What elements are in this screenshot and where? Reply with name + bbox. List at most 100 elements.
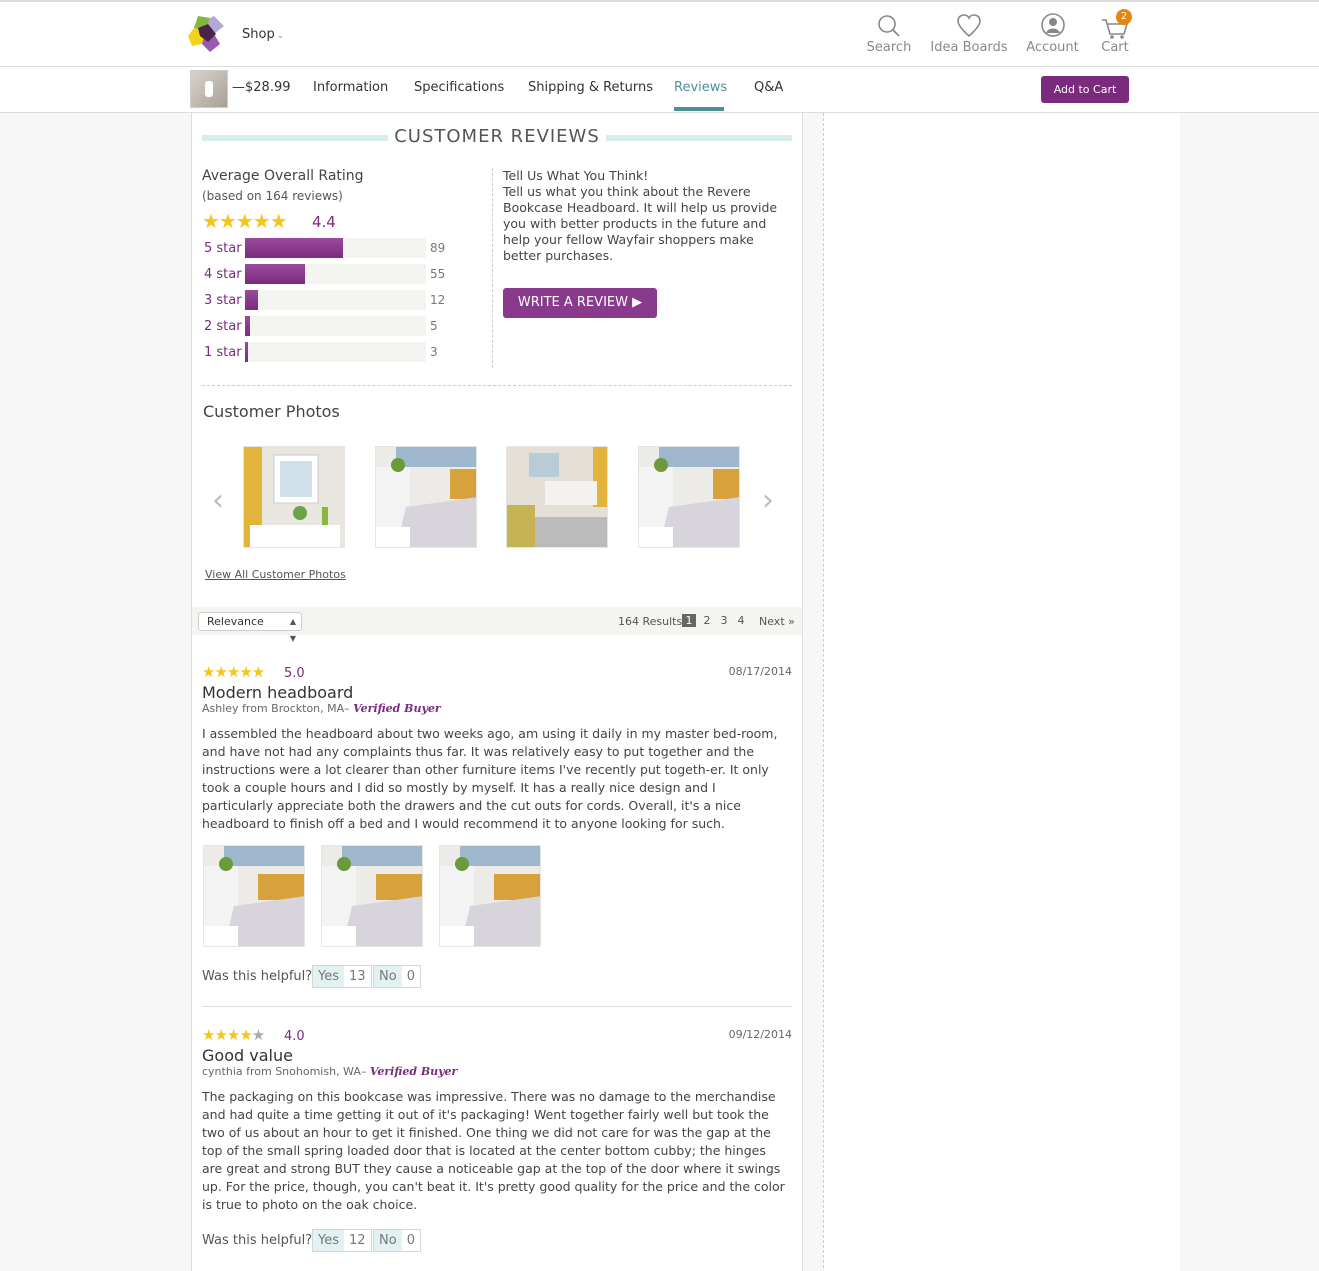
shop-menu[interactable]: Shop ⌄ — [242, 27, 284, 42]
customer-photo-4[interactable] — [638, 446, 740, 548]
rating-bar-track — [245, 316, 426, 336]
page-2[interactable]: 2 — [700, 614, 714, 627]
helpful-yes-count: 13 — [349, 969, 366, 984]
nav-account[interactable]: Account — [1025, 12, 1080, 55]
rating-row-label: 1 star — [204, 345, 242, 360]
rating-bar-track — [245, 264, 426, 284]
page-4[interactable]: 4 — [734, 614, 748, 627]
review-photo-1[interactable] — [203, 845, 305, 947]
photo-image — [244, 447, 344, 547]
rating-bar-track — [245, 238, 426, 258]
tab-information[interactable]: Information — [313, 80, 388, 95]
rating-row-count: 3 — [430, 345, 438, 359]
review-author-name: Ashley from Brockton, MA– — [202, 702, 350, 715]
review-photo-3[interactable] — [439, 845, 541, 947]
review-photo-2[interactable] — [321, 845, 423, 947]
chevron-right-icon[interactable]: › — [762, 483, 774, 518]
review-stars-empty: ★ — [251, 1026, 265, 1044]
verified-buyer-badge: Verified Buyer — [353, 702, 441, 715]
tab-reviews[interactable]: Reviews — [674, 80, 727, 95]
review-title: Good value — [202, 1046, 293, 1065]
average-rating-value: 4.4 — [312, 213, 336, 231]
product-price: —$28.99 — [232, 80, 291, 95]
rating-bar-fill — [245, 342, 249, 362]
photo-image — [322, 846, 422, 946]
write-review-button[interactable]: WRITE A REVIEW ▶ — [503, 288, 657, 318]
review-stars-filled: ★★★★ — [202, 1026, 253, 1044]
tab-specifications[interactable]: Specifications — [414, 80, 504, 95]
tell-us-title: Tell Us What You Think! — [503, 168, 649, 183]
results-count: 164 Results — [618, 615, 683, 628]
heart-icon — [957, 14, 981, 38]
chevron-left-icon[interactable]: ‹ — [212, 483, 224, 518]
photo-image — [376, 447, 476, 547]
rating-row-label: 2 star — [204, 319, 242, 334]
reviews-panel: CUSTOMER REVIEWS Average Overall Rating … — [191, 113, 803, 1271]
customer-photos-heading: Customer Photos — [203, 402, 340, 421]
page-3[interactable]: 3 — [717, 614, 731, 627]
review-author: Ashley from Brockton, MA– Verified Buyer — [202, 702, 441, 715]
rating-row-count: 55 — [430, 267, 446, 281]
tell-us-body: Tell us what you think about the Revere … — [503, 184, 778, 263]
verified-buyer-badge: Verified Buyer — [369, 1065, 458, 1078]
sort-select-value: Relevance — [207, 615, 264, 628]
helpful-yes-button[interactable]: Yes 12 — [312, 1229, 372, 1252]
customer-photo-2[interactable] — [375, 446, 477, 548]
product-subnav: —$28.99 Information Specifications Shipp… — [0, 67, 1319, 113]
nav-cart[interactable]: 2 Cart — [1098, 9, 1132, 55]
rating-row-count: 89 — [430, 241, 446, 255]
rating-row-label: 5 star — [204, 241, 242, 256]
select-arrows-icon: ▲ ▼ — [289, 617, 296, 643]
wayfair-logo[interactable] — [186, 14, 226, 54]
account-icon — [1040, 13, 1065, 37]
page-1[interactable]: 1 — [682, 614, 696, 627]
chevron-down-icon: ⌄ — [276, 31, 285, 41]
review-score: 5.0 — [284, 666, 305, 681]
review-body: The packaging on this bookcase was impre… — [202, 1089, 785, 1212]
photo-image — [507, 447, 607, 547]
rating-row-count: 12 — [430, 293, 446, 307]
review-body: I assembled the headboard about two week… — [202, 726, 778, 831]
next-page-link[interactable]: Next » — [759, 615, 795, 628]
tab-shipping-returns[interactable]: Shipping & Returns — [528, 80, 653, 95]
add-to-cart-button[interactable]: Add to Cart — [1041, 76, 1129, 103]
review-score: 4.0 — [284, 1029, 305, 1044]
helpful-no-count: 0 — [406, 1233, 415, 1248]
rating-bar-track — [245, 342, 426, 362]
nav-search[interactable]: Search — [866, 12, 912, 55]
helpful-label: Was this helpful? — [202, 969, 313, 984]
nav-idea-boards-label: Idea Boards — [930, 40, 1008, 55]
helpful-no-button[interactable]: No 0 — [373, 965, 421, 988]
customer-photo-1[interactable] — [243, 446, 345, 548]
photo-image — [639, 447, 739, 547]
review-date: 09/12/2014 — [728, 1028, 792, 1041]
rating-bar-track — [245, 290, 426, 310]
tab-qa[interactable]: Q&A — [754, 80, 783, 95]
rating-bar-fill — [245, 264, 305, 284]
helpful-no-label: No — [374, 966, 402, 987]
rating-bar-fill — [245, 316, 250, 336]
photo-image — [204, 846, 304, 946]
sort-select[interactable]: Relevance ▲ ▼ — [198, 612, 302, 643]
view-all-photos-link[interactable]: View All Customer Photos — [205, 568, 346, 581]
average-rating-label: Average Overall Rating — [202, 168, 364, 184]
photo-image — [440, 846, 540, 946]
site-header: Shop ⌄ Search Idea Boards Account 2 Cart — [0, 0, 1319, 67]
helpful-yes-button[interactable]: Yes 13 — [312, 965, 372, 988]
helpful-yes-label: Yes — [313, 1230, 344, 1251]
nav-account-label: Account — [1026, 40, 1079, 55]
nav-idea-boards[interactable]: Idea Boards — [930, 12, 1008, 55]
product-thumbnail[interactable] — [190, 70, 228, 108]
search-icon — [878, 15, 900, 37]
helpful-yes-label: Yes — [313, 966, 344, 987]
helpful-no-label: No — [374, 1230, 402, 1251]
helpful-yes-count: 12 — [349, 1233, 366, 1248]
review-count-note: (based on 164 reviews) — [202, 189, 343, 203]
customer-photo-3[interactable] — [506, 446, 608, 548]
active-tab-indicator — [674, 107, 724, 111]
cart-count-badge: 2 — [1116, 9, 1132, 25]
rating-row-label: 4 star — [204, 267, 242, 282]
review-divider — [202, 1006, 792, 1007]
helpful-no-button[interactable]: No 0 — [373, 1229, 421, 1252]
review-author: cynthia from Snohomish, WA– Verified Buy… — [202, 1065, 457, 1078]
